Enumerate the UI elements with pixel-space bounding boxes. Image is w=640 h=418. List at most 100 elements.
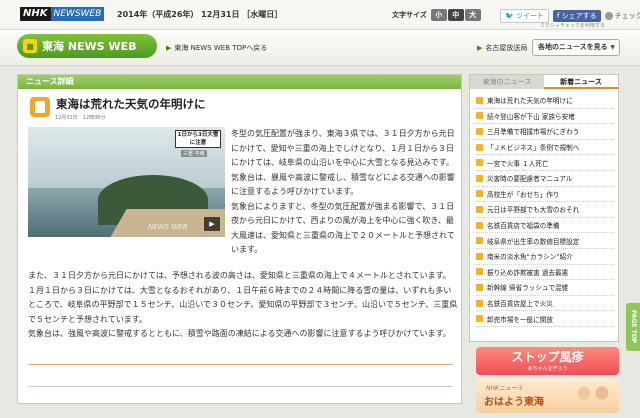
article-text-side: 冬型の気圧配置が強まり、東海３県では、３１日夕方から元日にかけて、愛知や三重の海… bbox=[231, 127, 456, 258]
region-select[interactable]: 各地のニュースを見る ▼ bbox=[532, 39, 620, 56]
article-timestamp: 12月31日 12時36分 bbox=[55, 115, 106, 121]
station-label: 名古屋放送局 bbox=[485, 44, 528, 52]
list-item-label: 卸売市場を一般に開放 bbox=[487, 315, 553, 324]
list-item-label: 「ＪＫビジネス」条例で規制へ bbox=[487, 144, 580, 153]
bullet-icon bbox=[476, 315, 483, 323]
video-player[interactable]: 1日から3日大雪に注意 三重 中南 NEWS WEB ▶ bbox=[28, 127, 225, 237]
paragraph-3a: 気象台によりますと、冬型の気圧配置が強まる影響で、３１日夜から元日にかけて、西よ… bbox=[231, 201, 455, 255]
video-subcaption: 三重 中南 bbox=[181, 150, 207, 157]
bullet-icon bbox=[476, 299, 483, 307]
site-header: ■ 東海 NEWS WEB ▶ 東海 NEWS WEB TOPへ戻る ▶ 名古屋放送… bbox=[0, 30, 640, 66]
list-item-label: 続々登山客が下山 家族ら安堵 bbox=[487, 112, 575, 121]
font-size-label: 文字サイズ bbox=[392, 11, 427, 19]
chevron-down-icon: ▼ bbox=[610, 44, 615, 51]
font-size-medium-button[interactable]: 中 bbox=[447, 9, 464, 21]
bullet-icon bbox=[476, 96, 483, 104]
social-buttons: 🐦 ツイート f シェアする チェック bbox=[500, 9, 640, 23]
bullet-icon bbox=[476, 143, 483, 151]
stop-rubella-sub: 赤ちゃんを守ろう bbox=[527, 366, 568, 372]
bullet-icon bbox=[476, 268, 483, 276]
list-item-label: 振り込め詐欺被害 過去最悪 bbox=[487, 268, 569, 277]
video-caption: 1日から3日大雪に注意 bbox=[175, 130, 221, 148]
bullet-icon bbox=[476, 205, 483, 213]
list-item[interactable]: 高校生が「おせち」作り bbox=[476, 187, 614, 203]
list-item[interactable]: 一宮で火事 １人死亡 bbox=[476, 155, 614, 171]
bullet-icon bbox=[476, 112, 483, 120]
nhk-logo-text: NHK bbox=[20, 7, 51, 21]
share-label: シェアする bbox=[561, 12, 597, 20]
nhk-newsweb-logo[interactable]: NHK NEWSWEB bbox=[20, 7, 105, 21]
font-size-control: 文字サイズ 小 中 大 bbox=[392, 9, 482, 21]
list-item[interactable]: 岐阜県が出生率の数値目標設定 bbox=[476, 233, 614, 249]
list-item-label: 名鉄百貨店で福袋の準備 bbox=[487, 222, 560, 231]
bullet-icon bbox=[476, 221, 483, 229]
bullet-icon bbox=[476, 252, 483, 260]
list-item-label: 高校生が「おせち」作り bbox=[487, 190, 560, 199]
list-item[interactable]: 名鉄百貨店屋上で火災 bbox=[476, 296, 614, 312]
divider bbox=[28, 386, 453, 387]
list-item[interactable]: 三月準備で相撲市場がにぎわう bbox=[476, 124, 614, 140]
bullet-icon bbox=[476, 237, 483, 245]
sidebar-tabs: 東海のニュース 新着ニュース bbox=[470, 75, 618, 89]
back-to-top-label: 東海 NEWS WEB TOPへ戻る bbox=[174, 44, 268, 52]
list-item-label: 岐阜県が出生率の数値目標設定 bbox=[487, 237, 580, 246]
brand-title: 東海 NEWS WEB bbox=[42, 40, 137, 53]
region-select-value: 各地のニュースを見る bbox=[538, 43, 608, 51]
list-item[interactable]: 新幹線 帰省ラッシュで混雑 bbox=[476, 280, 614, 296]
section-header: ニュース詳細 bbox=[18, 75, 461, 89]
font-size-small-button[interactable]: 小 bbox=[430, 9, 447, 21]
bullet-icon bbox=[476, 127, 483, 135]
ohayo-tokai-banner[interactable]: NHKニュース おはよう東海 bbox=[476, 379, 619, 413]
arrow-right-icon: ▶ bbox=[477, 44, 483, 52]
article-text-full: また、３１日夕方から元日にかけては、予想される波の高さは、愛知県と三重県の海上で… bbox=[28, 269, 458, 342]
list-item[interactable]: 振り込め詐欺被害 過去最悪 bbox=[476, 265, 614, 281]
list-item[interactable]: 「ＪＫビジネス」条例で規制へ bbox=[476, 140, 614, 156]
back-to-top-link[interactable]: ▶ 東海 NEWS WEB TOPへ戻る bbox=[166, 43, 267, 53]
list-item[interactable]: 名鉄百貨店で福袋の準備 bbox=[476, 218, 614, 234]
station-link[interactable]: ▶ 名古屋放送局 bbox=[477, 43, 527, 53]
mixi-note: ミクシィチェックを利用する bbox=[540, 23, 606, 29]
font-size-large-button[interactable]: 大 bbox=[464, 9, 481, 21]
paragraph-4: １月１日から３日にかけては、大雪となるおそれがあり、１日午前６時までの２４時間に… bbox=[28, 285, 458, 324]
list-item-label: 元日は平野部でも大雪のおそれ bbox=[487, 206, 580, 215]
tokai-newsweb-brand[interactable]: ■ 東海 NEWS WEB bbox=[17, 34, 157, 58]
list-item[interactable]: 南米の淡水魚“カラシン”紹介 bbox=[476, 249, 614, 265]
check-label: チェック bbox=[614, 12, 640, 20]
arrow-right-icon: ▶ bbox=[166, 44, 172, 52]
paragraph-5: 気象台は、強風や高波に警戒するとともに、積雪や路面の凍結による交通への影響に注意… bbox=[28, 329, 451, 338]
tweet-button[interactable]: 🐦 ツイート bbox=[500, 9, 549, 23]
list-item[interactable]: 東海は荒れた天気の年明けに bbox=[476, 93, 614, 109]
bullet-icon bbox=[476, 174, 483, 182]
check-icon bbox=[604, 12, 613, 20]
video-watermark: NEWS WEB bbox=[148, 223, 188, 231]
newsweb-logo-text: NEWSWEB bbox=[50, 7, 105, 21]
list-item[interactable]: 元日は平野部でも大雪のおそれ bbox=[476, 202, 614, 218]
article-panel: ニュース詳細 東海は荒れた天気の年明けに 12月31日 12時36分 1日から3… bbox=[17, 74, 462, 404]
list-item-label: 一宮で火事 １人死亡 bbox=[487, 159, 549, 168]
list-item-label: 東海は荒れた天気の年明けに bbox=[487, 97, 573, 106]
paragraph-2: 気象台は、暴風や高波に警戒し、積雪などによる交通への影響に注意するよう呼びかけて… bbox=[231, 172, 455, 197]
presenters-image bbox=[574, 383, 614, 411]
ohayo-brand: NHKニュース bbox=[486, 385, 523, 392]
list-item-label: 南米の淡水魚“カラシン”紹介 bbox=[487, 253, 573, 262]
top-bar: NHK NEWSWEB 2014年（平成26年） 12月31日 ［水曜日］ 文字… bbox=[0, 0, 640, 30]
current-date: 2014年（平成26年） 12月31日 ［水曜日］ bbox=[117, 10, 283, 19]
play-icon[interactable]: ▶ bbox=[204, 217, 220, 231]
list-item-label: 災害時の要配慮者マニュアル bbox=[487, 175, 573, 184]
brand-icon: ■ bbox=[23, 39, 37, 53]
list-item[interactable]: 卸売市場を一般に開放 bbox=[476, 311, 614, 327]
divider bbox=[28, 364, 453, 365]
mixi-check-button[interactable]: チェック bbox=[604, 11, 640, 21]
list-item[interactable]: 続々登山客が下山 家族ら安堵 bbox=[476, 109, 614, 125]
list-item-label: 名鉄百貨店屋上で火災 bbox=[487, 300, 553, 309]
tab-latest-news[interactable]: 新着ニュース bbox=[544, 75, 618, 89]
article-headline: 東海は荒れた天気の年明けに bbox=[56, 97, 206, 111]
tweet-label: ツイート bbox=[515, 12, 544, 20]
facebook-share-button[interactable]: f シェアする bbox=[552, 10, 601, 22]
stop-rubella-banner[interactable]: ストップ風疹 赤ちゃんを守ろう bbox=[476, 347, 619, 375]
bullet-icon bbox=[476, 283, 483, 291]
bullet-icon bbox=[476, 190, 483, 198]
tab-tokai-news[interactable]: 東海のニュース bbox=[470, 75, 544, 89]
list-item[interactable]: 災害時の要配慮者マニュアル bbox=[476, 171, 614, 187]
page-top-button[interactable]: PAGE TOP bbox=[626, 303, 640, 351]
